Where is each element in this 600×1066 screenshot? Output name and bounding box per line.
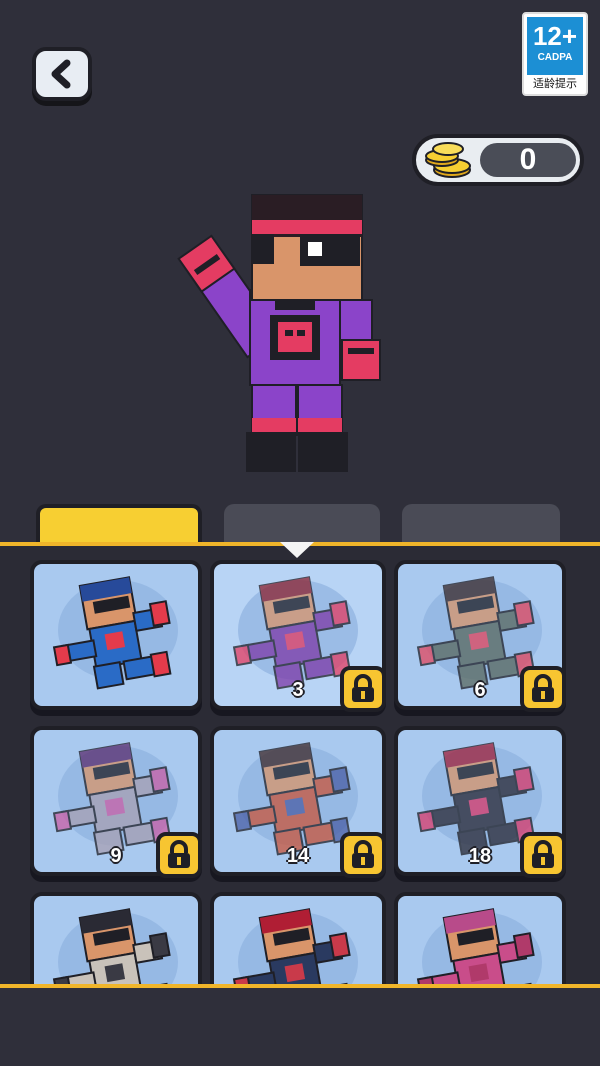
skin-figure (416, 908, 542, 984)
skin-figure (52, 908, 178, 984)
coin-counter: 0 (412, 134, 584, 186)
skin-card[interactable]: 18 (394, 726, 566, 878)
coins-icon (425, 142, 471, 178)
skin-card[interactable]: 3 (210, 560, 386, 712)
lock-icon (520, 666, 566, 712)
skin-card[interactable] (30, 560, 202, 710)
skin-card[interactable]: 6 (394, 560, 566, 712)
skin-figure (52, 576, 178, 690)
skin-card[interactable] (394, 892, 566, 984)
lock-icon (340, 832, 386, 878)
age-rating-label: 12+ (532, 21, 578, 51)
skin-grid: 3 6 9 14 18 (0, 542, 600, 988)
age-rating-org: CADPA (537, 52, 573, 63)
skin-card[interactable]: 14 (210, 726, 386, 878)
lock-icon (340, 666, 386, 712)
coin-count: 0 (480, 143, 576, 177)
age-rating-badge: 12+ CADPA 适龄提示 (522, 12, 588, 96)
lock-icon (156, 832, 202, 878)
skin-card[interactable] (210, 892, 386, 984)
age-rating-top: 12+ CADPA (527, 17, 583, 75)
selected-pointer-icon (280, 542, 314, 558)
lock-icon (520, 832, 566, 878)
chevron-left-icon (51, 59, 71, 89)
age-rating-note: 适龄提示 (533, 77, 577, 90)
skin-card[interactable]: 9 (30, 726, 202, 878)
character-preview (177, 194, 381, 472)
back-button[interactable] (32, 47, 92, 101)
skin-card[interactable] (30, 892, 202, 984)
skin-figure (232, 908, 358, 984)
